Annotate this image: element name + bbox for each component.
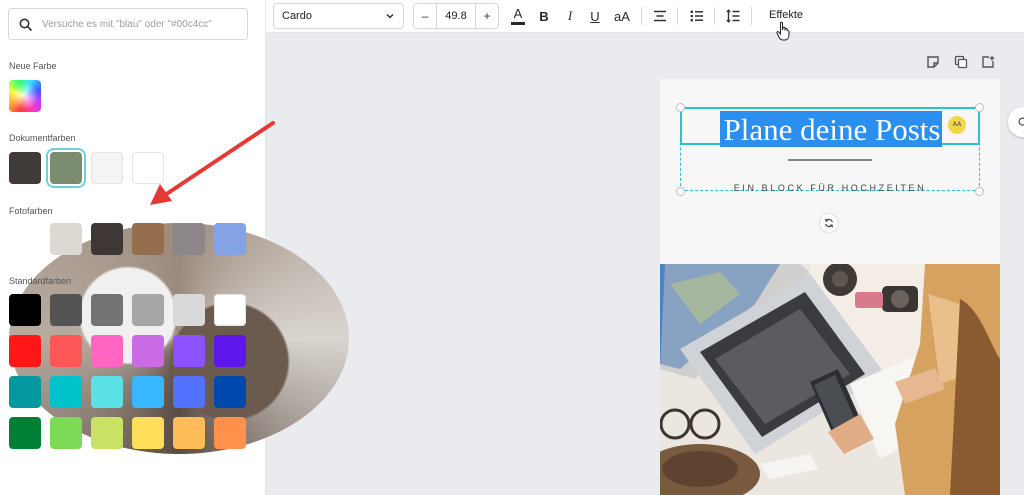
document-color-swatch[interactable] [91,152,123,184]
standard-color-swatch[interactable] [9,335,41,367]
title-textbox[interactable]: Plane deine Posts [680,107,980,147]
document-color-swatch[interactable] [9,152,41,184]
divider-line [788,159,872,161]
standard-color-swatch[interactable] [214,335,246,367]
standard-color-swatch[interactable] [9,376,41,408]
resize-handle[interactable] [975,103,984,112]
canvas-search-button[interactable] [1008,107,1024,137]
page-actions [926,55,996,71]
photo-color-swatch[interactable] [132,223,164,255]
bullet-list-icon [690,10,703,22]
photo-color-swatch[interactable] [214,223,246,255]
bold-button[interactable]: B [536,5,552,27]
duplicate-page-icon[interactable] [954,55,968,69]
text-toolbar: Cardo – 49.8 + A B I U aA Effekte [266,0,1024,41]
toolbar-divider [641,7,642,25]
standard-color-swatch[interactable] [132,417,164,449]
hand-cursor-icon [776,21,790,41]
design-page: Plane deine Posts AA EIN BLOCK FÜR HOCHZ… [660,79,1000,495]
standard-color-swatch[interactable] [91,417,123,449]
photo-color-swatch[interactable] [50,223,82,255]
standard-color-swatch[interactable] [91,335,123,367]
color-search-box[interactable] [8,8,248,40]
standard-colors-heading: Standardfarben [9,276,72,286]
search-icon [19,18,32,31]
standard-color-swatch[interactable] [91,376,123,408]
font-size-value[interactable]: 49.8 [436,4,476,28]
standard-color-swatch[interactable] [50,417,82,449]
standard-color-swatch[interactable] [214,294,246,326]
chevron-down-icon [386,13,394,19]
toolbar-divider [677,7,678,25]
list-button[interactable] [688,5,706,27]
toolbar-divider [714,7,715,25]
standard-color-swatch[interactable] [132,376,164,408]
desk-photo[interactable] [660,264,1000,495]
document-color-swatch[interactable] [50,152,82,184]
standard-color-swatch[interactable] [50,294,82,326]
document-color-swatch[interactable] [132,152,164,184]
effects-button[interactable]: Effekte [769,9,803,21]
magnifier-icon [1017,116,1024,126]
font-family-value: Cardo [282,10,312,22]
standard-color-swatch[interactable] [9,417,41,449]
standard-color-swatch[interactable] [132,335,164,367]
text-color-button[interactable]: A [509,5,527,27]
toolbar-divider [751,7,752,25]
standard-color-swatch[interactable] [9,294,41,326]
design-title: Plane deine Posts [723,112,941,147]
document-colors-heading: Dokumentfarben [9,133,76,143]
standard-color-swatch[interactable] [132,294,164,326]
rotate-handle[interactable] [820,214,838,232]
standard-color-swatch[interactable] [173,335,205,367]
font-badge[interactable]: AA [948,116,966,134]
font-family-dropdown[interactable]: Cardo [273,3,404,29]
color-panel: Neue Farbe Dokumentfarben Fotofarben Sta… [0,0,349,495]
new-color-button[interactable] [9,80,41,112]
standard-color-swatch[interactable] [214,417,246,449]
rotate-icon [824,218,834,228]
standard-color-swatch[interactable] [91,294,123,326]
page-header-area: Plane deine Posts AA EIN BLOCK FÜR HOCHZ… [660,79,1000,264]
resize-handle[interactable] [676,103,685,112]
font-size-increase-button[interactable]: + [476,9,498,23]
spacing-button[interactable] [724,5,742,27]
line-spacing-icon [726,9,740,23]
photo-color-swatch[interactable] [173,223,205,255]
align-center-button[interactable] [651,5,669,27]
text-color-bar [511,22,525,25]
align-center-icon [654,10,666,22]
add-page-icon[interactable] [981,55,995,69]
text-color-glyph: A [513,6,523,21]
standard-color-swatch[interactable] [214,376,246,408]
standard-color-swatch[interactable] [173,294,205,326]
standard-color-swatch[interactable] [173,417,205,449]
design-subtitle: EIN BLOCK FÜR HOCHZEITEN [733,183,927,193]
standard-color-swatch[interactable] [173,376,205,408]
underline-button[interactable]: U [587,5,603,27]
note-icon[interactable] [926,55,940,69]
color-search-input[interactable] [42,18,232,30]
font-size-decrease-button[interactable]: – [414,9,436,23]
standard-color-swatch[interactable] [50,335,82,367]
letter-case-button[interactable]: aA [611,5,633,27]
standard-color-swatch[interactable] [50,376,82,408]
font-size-stepper: – 49.8 + [413,3,499,29]
italic-button[interactable]: I [562,5,578,27]
photo-color-swatch[interactable] [91,223,123,255]
new-color-heading: Neue Farbe [9,61,57,71]
photo-colors-heading: Fotofarben [9,206,53,216]
